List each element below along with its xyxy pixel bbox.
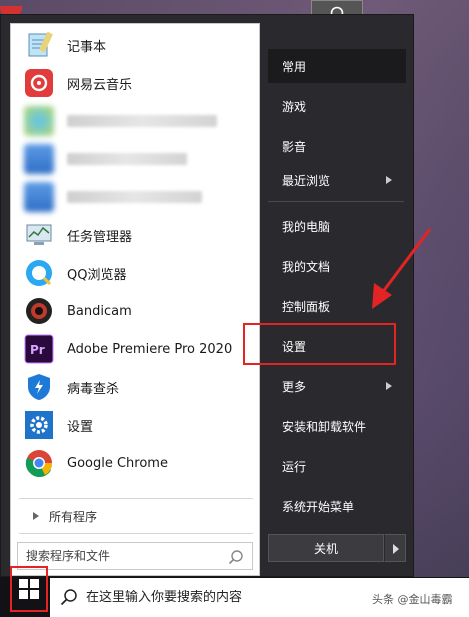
bandicam-icon bbox=[23, 295, 55, 327]
all-programs-label: 所有程序 bbox=[49, 509, 98, 524]
start-menu-app-item[interactable]: Pr Adobe Premiere Pro 2020 bbox=[11, 330, 259, 368]
app-label: Adobe Premiere Pro 2020 bbox=[67, 341, 233, 357]
start-menu-left-pane: 记事本网易云音乐任务管理器 QQ浏览器 Bandicam Pr Adobe Premie… bbox=[10, 23, 260, 576]
start-search-box[interactable] bbox=[17, 542, 253, 570]
blurred-app-icon bbox=[23, 181, 55, 213]
right-item-label: 运行 bbox=[282, 459, 307, 474]
chevron-right-icon bbox=[393, 544, 399, 554]
start-menu-right-item[interactable]: 影音 bbox=[268, 129, 406, 163]
blurred-app-label bbox=[67, 115, 217, 127]
antivirus-shield-icon bbox=[23, 371, 55, 403]
start-menu-right-item[interactable]: 游戏 bbox=[268, 89, 406, 123]
notepad-icon bbox=[23, 29, 55, 61]
settings-gear-icon bbox=[23, 409, 55, 441]
start-menu-app-item[interactable]: 网易云音乐 bbox=[11, 64, 259, 102]
app-label: 网易云音乐 bbox=[67, 77, 133, 93]
start-menu-app-item[interactable]: Google Chrome bbox=[11, 444, 259, 482]
blurred-app-label bbox=[67, 191, 202, 203]
highlight-box bbox=[243, 323, 396, 365]
search-icon bbox=[60, 589, 77, 606]
start-menu-app-item[interactable]: 病毒查杀 bbox=[11, 368, 259, 406]
app-label: Bandicam bbox=[67, 303, 132, 319]
app-label: Google Chrome bbox=[67, 455, 168, 471]
right-item-label: 我的电脑 bbox=[282, 219, 331, 234]
start-menu-right-item[interactable]: 运行 bbox=[268, 449, 406, 483]
right-item-label: 更多 bbox=[282, 379, 307, 394]
shutdown-label: 关机 bbox=[313, 541, 338, 556]
right-item-label: 常用 bbox=[282, 59, 307, 74]
taskbar-search-input[interactable] bbox=[86, 590, 366, 605]
start-menu-right-item[interactable]: 安装和卸载软件 bbox=[268, 409, 406, 443]
start-menu-right-item[interactable]: 系统开始菜单 bbox=[268, 489, 406, 523]
internet-explorer-icon bbox=[23, 105, 55, 137]
netease-music-icon bbox=[23, 67, 55, 99]
search-icon[interactable] bbox=[228, 549, 244, 565]
start-menu-right-item[interactable]: 最近浏览 bbox=[268, 163, 406, 197]
start-menu: 记事本网易云音乐任务管理器 QQ浏览器 Bandicam Pr Adobe Premie… bbox=[0, 14, 414, 577]
red-arrow-annotation bbox=[372, 228, 432, 309]
app-label: 病毒查杀 bbox=[67, 381, 120, 397]
chevron-right-icon bbox=[386, 382, 392, 390]
start-menu-app-item[interactable]: 设置 bbox=[11, 406, 259, 444]
shutdown-options-button[interactable] bbox=[384, 534, 406, 562]
all-programs-button[interactable]: 所有程序 bbox=[11, 503, 259, 529]
watermark: 头条 @金山毒霸 bbox=[372, 593, 453, 606]
right-item-label: 最近浏览 bbox=[282, 173, 331, 188]
divider bbox=[268, 201, 404, 202]
right-item-label: 游戏 bbox=[282, 99, 307, 114]
windows-logo-icon bbox=[19, 579, 39, 599]
right-item-label: 安装和卸载软件 bbox=[282, 419, 367, 434]
blurred-app-label bbox=[67, 153, 187, 165]
qq-browser-icon bbox=[23, 257, 55, 289]
task-manager-icon bbox=[23, 219, 55, 251]
expand-triangle-icon bbox=[33, 512, 39, 520]
start-menu-app-item[interactable] bbox=[11, 102, 259, 140]
app-label: 记事本 bbox=[67, 39, 107, 55]
start-menu-app-item[interactable]: 任务管理器 bbox=[11, 216, 259, 254]
start-menu-right-item[interactable]: 常用 bbox=[268, 49, 406, 83]
start-menu-app-item[interactable]: 记事本 bbox=[11, 26, 259, 64]
shutdown-button[interactable]: 关机 bbox=[268, 534, 384, 562]
start-menu-app-item[interactable]: Bandicam bbox=[11, 292, 259, 330]
chevron-right-icon bbox=[386, 176, 392, 184]
chrome-icon bbox=[23, 447, 55, 479]
start-menu-app-item[interactable]: QQ浏览器 bbox=[11, 254, 259, 292]
right-item-label: 控制面板 bbox=[282, 299, 331, 314]
right-item-label: 系统开始菜单 bbox=[282, 499, 355, 514]
windows-start-button[interactable] bbox=[10, 566, 48, 612]
divider bbox=[19, 533, 253, 534]
right-item-label: 我的文档 bbox=[282, 259, 331, 274]
premiere-pro-icon: Pr bbox=[23, 333, 55, 365]
start-menu-app-item[interactable] bbox=[11, 178, 259, 216]
app-label: QQ浏览器 bbox=[67, 267, 127, 283]
divider bbox=[19, 498, 253, 499]
start-menu-right-item[interactable]: 更多 bbox=[268, 369, 406, 403]
start-search-input[interactable] bbox=[26, 549, 216, 563]
svg-text:Pr: Pr bbox=[30, 343, 45, 357]
blurred-app-icon bbox=[23, 143, 55, 175]
app-label: 设置 bbox=[67, 419, 94, 435]
right-item-label: 影音 bbox=[282, 139, 307, 154]
app-label: 任务管理器 bbox=[67, 229, 133, 245]
start-menu-app-item[interactable] bbox=[11, 140, 259, 178]
